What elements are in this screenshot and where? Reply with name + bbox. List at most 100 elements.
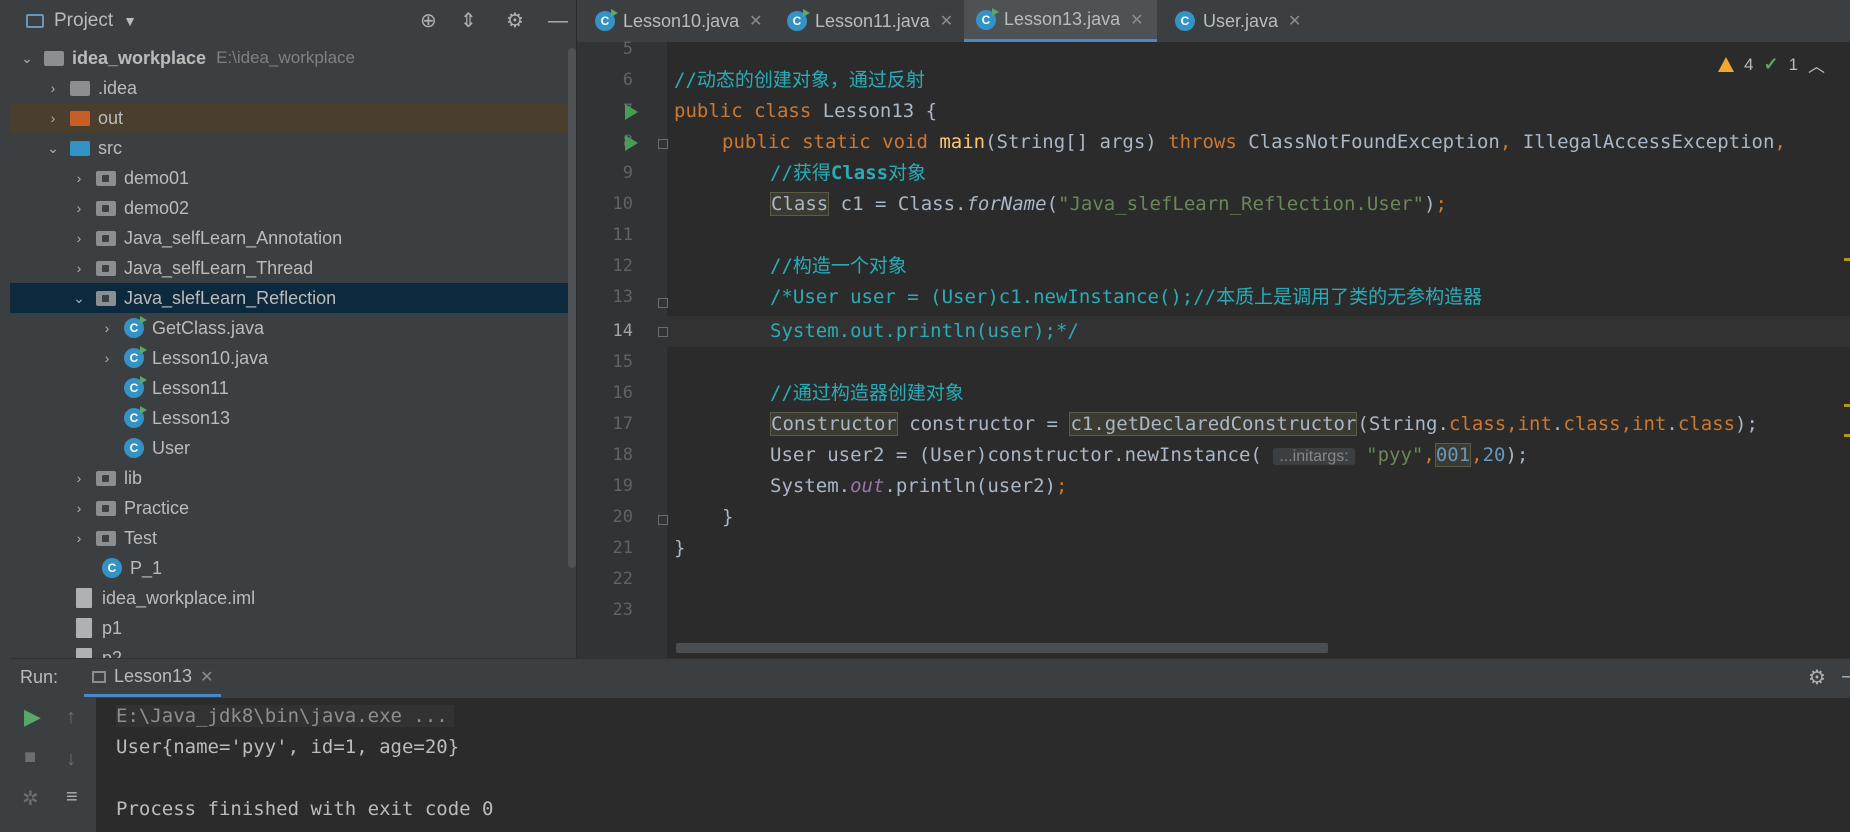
inspection-widget[interactable]: 4 ✓ 1 ︿ bbox=[1718, 52, 1825, 77]
tree-item-getclass[interactable]: › C GetClass.java bbox=[10, 313, 576, 343]
fold-icon[interactable] bbox=[658, 298, 668, 308]
tree-item-thread[interactable]: › Java_selfLearn_Thread bbox=[10, 253, 576, 283]
error-stripe-mark[interactable] bbox=[1844, 404, 1850, 407]
tree-item-lesson11[interactable]: C Lesson11 bbox=[10, 373, 576, 403]
tree-item-annotation[interactable]: › Java_selfLearn_Annotation bbox=[10, 223, 576, 253]
line-number: 17 bbox=[612, 414, 633, 434]
chevron-right-icon[interactable]: › bbox=[72, 500, 86, 516]
tree-item-out[interactable]: › out bbox=[10, 103, 576, 133]
close-icon[interactable]: ✕ bbox=[749, 11, 762, 31]
tree-item-reflection[interactable]: ⌄ Java_slefLearn_Reflection bbox=[10, 283, 576, 313]
tree-item-lesson10[interactable]: › C Lesson10.java bbox=[10, 343, 576, 373]
tab-lesson13[interactable]: C Lesson13.java ✕ bbox=[964, 0, 1157, 42]
stop-icon[interactable]: ■ bbox=[24, 746, 36, 769]
class-icon: C bbox=[595, 9, 618, 31]
line-number: 20 bbox=[612, 507, 633, 527]
tree-item-src[interactable]: ⌄ src bbox=[10, 133, 576, 163]
gear-icon[interactable]: ⚙ bbox=[506, 10, 524, 32]
tree-item-lesson13[interactable]: C Lesson13 bbox=[10, 403, 576, 433]
collapse-all-icon[interactable]: ⇕ bbox=[460, 10, 477, 32]
fold-icon[interactable] bbox=[658, 515, 668, 525]
tree-item-demo02[interactable]: › demo02 bbox=[10, 193, 576, 223]
chevron-down-icon[interactable]: ⌄ bbox=[46, 140, 60, 157]
gear-icon[interactable]: ⚙ bbox=[1808, 665, 1826, 690]
chevron-down-icon[interactable]: ▼ bbox=[123, 13, 137, 29]
tab-label: Lesson13.java bbox=[1004, 9, 1121, 29]
tree-item-user[interactable]: C User bbox=[10, 433, 576, 463]
tree-item-iml[interactable]: idea_workplace.iml bbox=[10, 583, 576, 613]
close-icon[interactable]: ✕ bbox=[1130, 10, 1143, 30]
project-header: Project ▼ ⊕ ⇕ ⚙ — bbox=[10, 0, 576, 42]
tree-item-test[interactable]: › Test bbox=[10, 523, 576, 553]
chevron-right-icon[interactable]: › bbox=[100, 320, 114, 336]
locate-icon[interactable]: ⊕ bbox=[420, 10, 437, 32]
tree-item-p1[interactable]: p1 bbox=[10, 613, 576, 643]
code-line-9: //获得Class对象 bbox=[770, 162, 927, 184]
project-title[interactable]: Project bbox=[54, 10, 113, 32]
line-number: 23 bbox=[612, 600, 633, 620]
tree-item-label: p1 bbox=[102, 617, 123, 638]
up-icon[interactable]: ↑ bbox=[66, 706, 76, 729]
tab-run-lesson13[interactable]: Lesson13 ✕ bbox=[84, 659, 222, 697]
debug-icon[interactable]: ✲ bbox=[22, 786, 39, 811]
tree-item-lib[interactable]: › lib bbox=[10, 463, 576, 493]
class-icon: C bbox=[1175, 11, 1195, 31]
chevron-right-icon[interactable]: › bbox=[46, 110, 60, 126]
chevron-right-icon[interactable]: › bbox=[72, 470, 86, 486]
close-icon[interactable]: ✕ bbox=[940, 11, 953, 31]
package-icon bbox=[96, 290, 116, 306]
close-icon[interactable]: ✕ bbox=[1288, 11, 1301, 31]
line-number: 10 bbox=[612, 194, 633, 214]
tree-item-idea[interactable]: › .idea bbox=[10, 73, 576, 103]
tree-item-label: Java_selfLearn_Thread bbox=[124, 257, 314, 278]
tree-item-label: Test bbox=[124, 527, 158, 548]
tree-item-p2[interactable]: p2 bbox=[10, 643, 576, 658]
tree-item-label: Java_slefLearn_Reflection bbox=[124, 287, 337, 308]
error-stripe-mark[interactable] bbox=[1844, 258, 1850, 261]
folder-icon bbox=[70, 80, 90, 96]
chevron-right-icon[interactable]: › bbox=[100, 350, 114, 366]
chevron-right-icon[interactable]: › bbox=[72, 200, 86, 216]
console-line: E:\Java_jdk8\bin\java.exe ... bbox=[116, 705, 454, 727]
down-icon[interactable]: ↓ bbox=[66, 748, 76, 771]
run-gutter-icon[interactable] bbox=[625, 135, 638, 151]
run-label: Run: bbox=[20, 667, 59, 687]
tree-item-demo01[interactable]: › demo01 bbox=[10, 163, 576, 193]
chevron-right-icon[interactable]: › bbox=[72, 260, 86, 276]
rerun-icon[interactable]: ▶ bbox=[24, 704, 41, 730]
tab-user[interactable]: C User.java ✕ bbox=[1169, 0, 1325, 42]
line-number: 12 bbox=[612, 256, 633, 276]
chevron-right-icon[interactable]: › bbox=[72, 230, 86, 246]
error-stripe-mark[interactable] bbox=[1844, 434, 1850, 437]
package-icon bbox=[96, 230, 116, 246]
tree-item-practice[interactable]: › Practice bbox=[10, 493, 576, 523]
minimize-icon[interactable]: — bbox=[548, 10, 568, 32]
chevron-right-icon[interactable]: › bbox=[72, 530, 86, 546]
chevron-right-icon[interactable]: › bbox=[46, 80, 60, 96]
project-scrollbar[interactable] bbox=[568, 48, 576, 568]
chevron-down-icon[interactable]: ⌄ bbox=[72, 290, 86, 307]
fold-icon[interactable] bbox=[658, 139, 668, 149]
editor-horizontal-scrollbar[interactable] bbox=[676, 643, 1328, 653]
soft-wrap-icon[interactable]: ≡ bbox=[66, 786, 78, 809]
code-line-16: //通过构造器创建对象 bbox=[770, 382, 964, 404]
tab-lesson11[interactable]: C Lesson11.java ✕ bbox=[781, 0, 967, 42]
chevron-down-icon[interactable]: ⌄ bbox=[20, 50, 34, 67]
close-icon[interactable]: ✕ bbox=[200, 667, 213, 687]
fold-icon[interactable] bbox=[658, 327, 668, 337]
chevron-up-icon[interactable]: ︿ bbox=[1808, 52, 1825, 77]
line-number: 18 bbox=[612, 445, 633, 465]
tree-item-label: GetClass.java bbox=[152, 317, 265, 338]
tree-item-idea-workplace[interactable]: ⌄ idea_workplace E:\idea_workplace bbox=[10, 43, 576, 73]
minimize-icon[interactable]: — bbox=[1842, 665, 1850, 688]
unknown-file-icon bbox=[76, 618, 92, 638]
run-gutter-icon[interactable] bbox=[625, 104, 638, 120]
chevron-right-icon[interactable]: › bbox=[72, 170, 86, 186]
package-icon bbox=[96, 470, 116, 486]
left-tool-strip-bottom bbox=[0, 658, 10, 832]
code-line-17: Constructor constructor = c1.getDeclared… bbox=[770, 412, 1758, 436]
code-line-7: public class Lesson13 { bbox=[674, 100, 938, 122]
tree-item-p1-class[interactable]: C P_1 bbox=[10, 553, 576, 583]
console-icon bbox=[92, 670, 106, 683]
tree-item-label: Lesson11 bbox=[152, 377, 229, 398]
